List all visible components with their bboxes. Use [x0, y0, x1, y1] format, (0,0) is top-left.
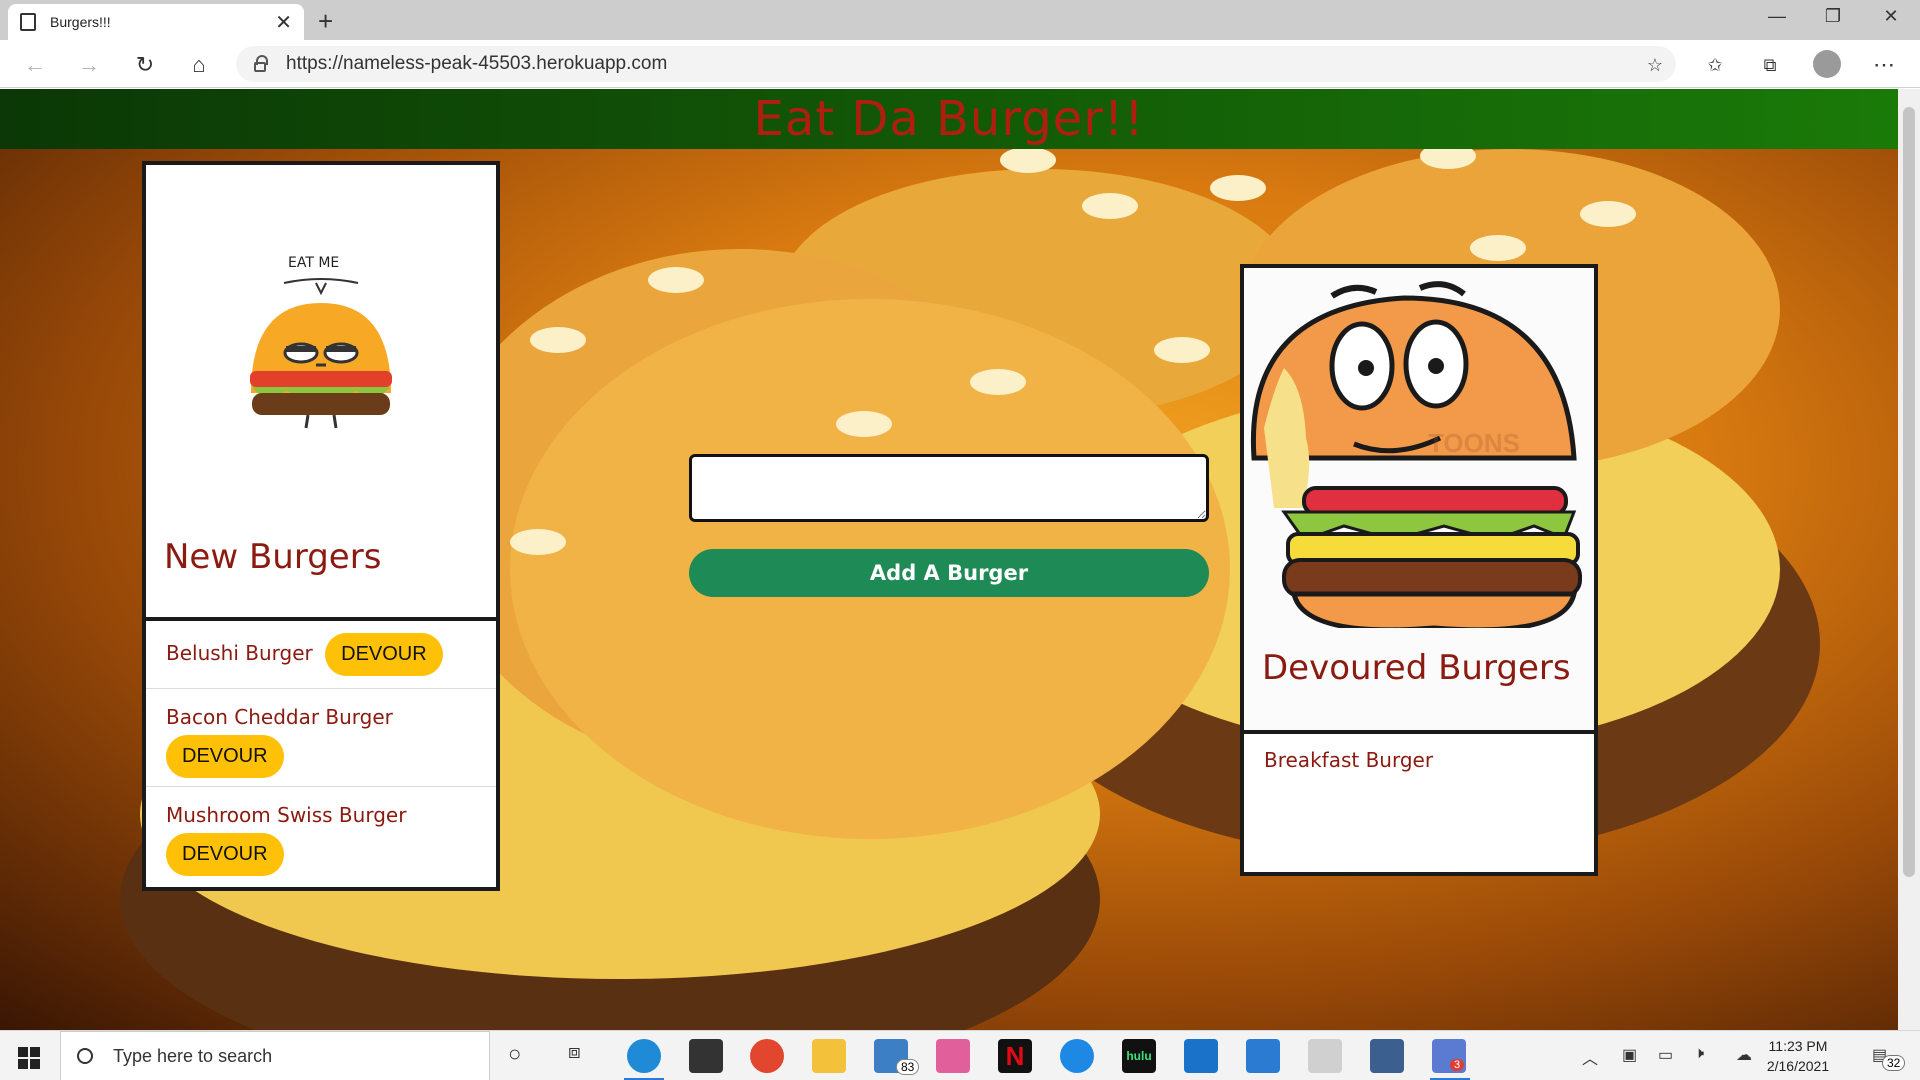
eat-me-burger-illustration: [250, 278, 392, 429]
git-icon[interactable]: [936, 1039, 970, 1073]
cartoon-burger-illustration: [1250, 281, 1582, 628]
new-burgers-card: EAT ME New Burgers Belushi Burger DEVOUR…: [142, 161, 500, 891]
browser-tab-bar: Burgers!!! ✕ + — ❐ ✕: [0, 0, 1920, 40]
add-burger-button[interactable]: Add A Burger: [689, 549, 1209, 597]
burger-list-item: Mushroom Swiss Burger DEVOUR: [146, 787, 496, 887]
devour-button[interactable]: DEVOUR: [166, 833, 284, 876]
back-icon[interactable]: ←: [20, 50, 50, 80]
burger-list-item: Bacon Cheddar Burger DEVOUR: [146, 689, 496, 787]
page-icon: [20, 13, 36, 31]
collections-icon[interactable]: ⧉: [1755, 50, 1785, 80]
burger-name: Breakfast Burger: [1264, 748, 1434, 772]
taskbar-clock[interactable]: 11:23 PM 2/16/2021: [1748, 1036, 1848, 1076]
restore-icon[interactable]: ❐: [1818, 6, 1848, 27]
new-burgers-card-header: EAT ME New Burgers: [146, 165, 496, 621]
new-burgers-heading: New Burgers: [164, 537, 382, 577]
store-icon[interactable]: [689, 1039, 723, 1073]
battery-icon[interactable]: ▭: [1658, 1045, 1673, 1065]
task-view-icon[interactable]: ⧈: [568, 1041, 581, 1064]
forward-icon[interactable]: →: [74, 50, 104, 80]
vertical-scrollbar[interactable]: [1898, 89, 1920, 1030]
app-badge: 3: [1450, 1059, 1465, 1071]
hulu-icon[interactable]: hulu: [1122, 1039, 1156, 1073]
page-viewport: Eat Da Burger!! EAT ME New Burgers Belus…: [0, 89, 1898, 1030]
mysql-workbench-icon[interactable]: [1370, 1039, 1404, 1073]
clock-time: 11:23 PM: [1768, 1038, 1828, 1054]
burger-name: Mushroom Swiss Burger: [166, 803, 407, 827]
mail-badge: 83: [896, 1059, 920, 1075]
netflix-icon[interactable]: N: [998, 1039, 1032, 1073]
watermark-text: TOONS: [1428, 428, 1520, 458]
taskbar-search-box[interactable]: Type here to search: [60, 1031, 490, 1080]
cortana-icon[interactable]: ○: [508, 1041, 521, 1067]
url-field[interactable]: https://nameless-peak-45503.herokuapp.co…: [236, 46, 1676, 82]
show-hidden-icons-icon[interactable]: ︿: [1582, 1045, 1598, 1069]
burger-list-item: Belushi Burger DEVOUR: [146, 621, 496, 689]
lock-icon: [254, 55, 268, 72]
home-icon[interactable]: ⌂: [184, 50, 214, 80]
more-menu-icon[interactable]: ⋯: [1869, 50, 1899, 80]
volume-icon[interactable]: 🕨: [1694, 1045, 1704, 1063]
close-tab-icon[interactable]: ✕: [275, 10, 292, 35]
devour-button[interactable]: DEVOUR: [166, 735, 284, 778]
devoured-burgers-card-header: TOONS Devoured Burgers: [1244, 268, 1594, 734]
url-text: https://nameless-peak-45503.herokuapp.co…: [286, 53, 668, 74]
file-explorer-icon[interactable]: [812, 1039, 846, 1073]
burger-name: Bacon Cheddar Burger: [166, 705, 393, 729]
ssms-icon[interactable]: [1308, 1039, 1342, 1073]
prime-video-icon[interactable]: [1184, 1039, 1218, 1073]
new-tab-button[interactable]: +: [318, 6, 333, 37]
minimize-icon[interactable]: —: [1762, 6, 1792, 27]
burger-name-input[interactable]: [689, 454, 1209, 522]
burger-name: Belushi Burger: [166, 641, 313, 665]
search-placeholder: Type here to search: [113, 1045, 273, 1066]
profile-avatar[interactable]: [1813, 50, 1841, 78]
devoured-list-item: Breakfast Burger: [1244, 734, 1594, 788]
windows-taskbar: Type here to search ○ ⧈ 83 N hulu 3 ︿ ▣ …: [0, 1030, 1920, 1080]
eat-me-caption: EAT ME: [288, 255, 340, 271]
clock-date: 2/16/2021: [1766, 1058, 1830, 1074]
meet-now-icon[interactable]: ▣: [1622, 1045, 1637, 1065]
edge-icon[interactable]: [627, 1039, 661, 1073]
browser-tab[interactable]: Burgers!!! ✕: [8, 4, 304, 40]
devour-button[interactable]: DEVOUR: [325, 633, 443, 676]
vscode-icon[interactable]: [1246, 1039, 1280, 1073]
scrollbar-thumb[interactable]: [1903, 107, 1915, 877]
site-title: Eat Da Burger!!: [753, 91, 1145, 147]
favorites-icon[interactable]: ✩: [1700, 50, 1730, 80]
site-header: Eat Da Burger!!: [0, 89, 1898, 149]
search-icon: [77, 1048, 93, 1064]
refresh-icon[interactable]: ↻: [130, 50, 160, 80]
address-bar: ← → ↻ ⌂ https://nameless-peak-45503.hero…: [0, 40, 1920, 88]
devoured-burgers-heading: Devoured Burgers: [1262, 648, 1571, 688]
notification-badge: 32: [1882, 1055, 1906, 1071]
tab-title: Burgers!!!: [50, 14, 111, 30]
devoured-burgers-card: TOONS Devoured Burgers Breakfast Burger: [1240, 264, 1598, 876]
close-window-icon[interactable]: ✕: [1876, 6, 1906, 27]
add-favorite-icon[interactable]: ☆: [1640, 50, 1670, 80]
windows-start-icon[interactable]: [18, 1047, 40, 1069]
messenger-icon[interactable]: [1060, 1039, 1094, 1073]
chrome-icon[interactable]: [750, 1039, 784, 1073]
